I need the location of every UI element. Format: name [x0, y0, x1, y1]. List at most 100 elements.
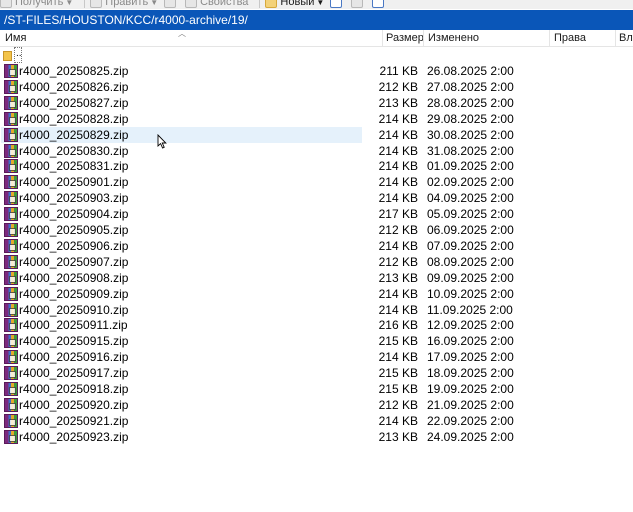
file-name-cell[interactable]: r4000_20250829.zip	[1, 126, 362, 143]
file-row[interactable]: r4000_20250828.zip 214 KB 29.08.2025 2:00	[0, 111, 633, 127]
file-name-cell[interactable]: r4000_20250911.zip	[1, 317, 362, 333]
zip-archive-icon	[4, 254, 18, 269]
file-row[interactable]: r4000_20250827.zip 213 KB 28.08.2025 2:00	[0, 95, 633, 111]
file-row[interactable]: r4000_20250907.zip 212 KB 08.09.2025 2:00	[0, 254, 633, 270]
file-size: 214 KB	[378, 413, 418, 428]
file-row[interactable]: r4000_20250911.zip 216 KB 12.09.2025 2:00	[0, 317, 633, 333]
new-label: Новый	[280, 0, 315, 8]
file-size: 214 KB	[378, 175, 418, 190]
file-name-cell[interactable]: r4000_20250907.zip	[1, 254, 362, 270]
file-name: r4000_20250915.zip	[19, 334, 129, 349]
file-row[interactable]: r4000_20250915.zip 215 KB 16.09.2025 2:00	[0, 333, 633, 349]
file-modified: 26.08.2025 2:00	[427, 64, 514, 78]
file-name: r4000_20250831.zip	[19, 159, 129, 174]
file-name-cell[interactable]: r4000_20250828.zip	[1, 111, 362, 127]
file-row[interactable]: r4000_20250921.zip 214 KB 22.09.2025 2:00	[0, 413, 633, 429]
zip-archive-icon	[4, 207, 18, 222]
file-name-cell[interactable]: r4000_20250916.zip	[1, 349, 362, 365]
parent-directory-label: ..	[14, 47, 22, 63]
path-bar[interactable]: /ST-FILES/HOUSTON/KCC/r4000-archive/19/	[0, 10, 633, 30]
file-name-cell[interactable]: r4000_20250909.zip	[1, 286, 362, 302]
file-modified: 08.09.2025 2:00	[427, 254, 514, 269]
file-name: r4000_20250920.zip	[19, 397, 129, 412]
file-row[interactable]: r4000_20250903.zip 214 KB 04.09.2025 2:00	[0, 190, 633, 206]
download-button[interactable]: Получить ▼	[0, 0, 73, 8]
column-divider[interactable]	[549, 30, 550, 47]
file-row[interactable]: r4000_20250825.zip 211 KB 26.08.2025 2:00	[0, 63, 633, 79]
file-name-cell[interactable]: r4000_20250915.zip	[1, 333, 362, 349]
file-size: 214 KB	[378, 143, 418, 158]
file-modified: 29.08.2025 2:00	[427, 111, 514, 126]
edit-button[interactable]: Править ▼	[90, 0, 158, 8]
file-name-cell[interactable]: r4000_20250904.zip	[1, 206, 362, 222]
zip-archive-icon	[4, 191, 18, 206]
file-name-cell[interactable]: r4000_20250920.zip	[1, 397, 362, 413]
file-row[interactable]: r4000_20250901.zip 214 KB 02.09.2025 2:00	[0, 174, 633, 190]
file-name-cell[interactable]: r4000_20250923.zip	[1, 429, 362, 445]
file-size: 212 KB	[378, 254, 418, 269]
zip-archive-icon	[4, 127, 18, 142]
check-icon	[372, 0, 385, 8]
file-row[interactable]: r4000_20250910.zip 214 KB 11.09.2025 2:00	[0, 302, 633, 318]
file-name-cell[interactable]: r4000_20250903.zip	[1, 190, 362, 206]
file-name: r4000_20250828.zip	[19, 111, 129, 126]
file-row[interactable]: r4000_20250906.zip 214 KB 07.09.2025 2:00	[0, 238, 633, 254]
zip-archive-icon	[4, 270, 18, 285]
file-name: r4000_20250829.zip	[19, 127, 129, 142]
parent-directory-row[interactable]: ..	[0, 47, 633, 63]
file-name: r4000_20250918.zip	[19, 382, 129, 396]
column-rights[interactable]: Права	[554, 30, 614, 47]
column-divider[interactable]	[423, 30, 424, 47]
file-row[interactable]: r4000_20250920.zip 212 KB 21.09.2025 2:00	[0, 397, 633, 413]
file-name-cell[interactable]: r4000_20250910.zip	[1, 302, 362, 318]
file-size: 214 KB	[378, 302, 418, 317]
column-owner[interactable]: Вл	[619, 30, 633, 47]
file-name-cell[interactable]: r4000_20250905.zip	[1, 222, 362, 238]
column-divider[interactable]	[382, 30, 383, 47]
file-size: 216 KB	[378, 318, 418, 333]
file-modified: 05.09.2025 2:00	[427, 207, 514, 222]
toolbar-items: Получить ▼ Править ▼ Свойства Новый ▼	[0, 0, 393, 9]
file-row[interactable]: r4000_20250916.zip 214 KB 17.09.2025 2:00	[0, 349, 633, 365]
file-row[interactable]: r4000_20250908.zip 213 KB 09.09.2025 2:00	[0, 270, 633, 286]
minus-button[interactable]	[351, 0, 366, 8]
add-button[interactable]	[330, 0, 345, 8]
file-name-cell[interactable]: r4000_20250917.zip	[1, 365, 362, 381]
file-row[interactable]: r4000_20250830.zip 214 KB 31.08.2025 2:00	[0, 143, 633, 159]
file-name: r4000_20250923.zip	[19, 429, 129, 444]
file-name-cell[interactable]: r4000_20250921.zip	[1, 413, 362, 429]
delete-button[interactable]	[164, 0, 179, 8]
file-row[interactable]: r4000_20250904.zip 217 KB 05.09.2025 2:00	[0, 206, 633, 222]
file-row[interactable]: r4000_20250829.zip 214 KB 30.08.2025 2:00	[0, 126, 633, 143]
file-size: 212 KB	[378, 223, 418, 237]
file-name-cell[interactable]: r4000_20250831.zip	[1, 158, 362, 174]
file-name-cell[interactable]: r4000_20250827.zip	[1, 95, 362, 111]
file-modified: 11.09.2025 2:00	[427, 302, 513, 317]
file-row[interactable]: r4000_20250918.zip 215 KB 19.09.2025 2:00	[0, 381, 633, 397]
file-row[interactable]: r4000_20250923.zip 213 KB 24.09.2025 2:00	[0, 429, 633, 445]
column-size[interactable]: Размер	[386, 30, 424, 47]
column-modified[interactable]: Изменено	[428, 30, 548, 47]
file-row[interactable]: r4000_20250905.zip 212 KB 06.09.2025 2:00	[0, 222, 633, 238]
file-row[interactable]: r4000_20250909.zip 214 KB 10.09.2025 2:00	[0, 286, 633, 302]
file-size: 215 KB	[378, 366, 418, 381]
file-name-cell[interactable]: r4000_20250826.zip	[1, 79, 362, 95]
file-name: r4000_20250825.zip	[19, 64, 129, 78]
file-size: 215 KB	[378, 334, 418, 349]
file-name-cell[interactable]: r4000_20250918.zip	[1, 381, 362, 397]
file-name-cell[interactable]: r4000_20250901.zip	[1, 174, 362, 190]
file-name-cell[interactable]: r4000_20250906.zip	[1, 238, 362, 254]
new-button[interactable]: Новый ▼	[265, 0, 324, 8]
file-name-cell[interactable]: r4000_20250830.zip	[1, 143, 362, 159]
file-row[interactable]: r4000_20250826.zip 212 KB 27.08.2025 2:00	[0, 79, 633, 95]
toolbar-separator	[259, 0, 261, 8]
file-row[interactable]: r4000_20250917.zip 215 KB 18.09.2025 2:00	[0, 365, 633, 381]
file-modified: 02.09.2025 2:00	[427, 175, 514, 190]
check-button[interactable]	[372, 0, 387, 8]
file-name-cell[interactable]: r4000_20250908.zip	[1, 270, 362, 286]
properties-button[interactable]: Свойства	[185, 0, 248, 8]
file-row[interactable]: r4000_20250831.zip 214 KB 01.09.2025 2:00	[0, 158, 633, 174]
column-divider[interactable]	[615, 30, 616, 47]
file-name-cell[interactable]: r4000_20250825.zip	[1, 63, 362, 79]
download-label: Получить	[15, 0, 64, 8]
